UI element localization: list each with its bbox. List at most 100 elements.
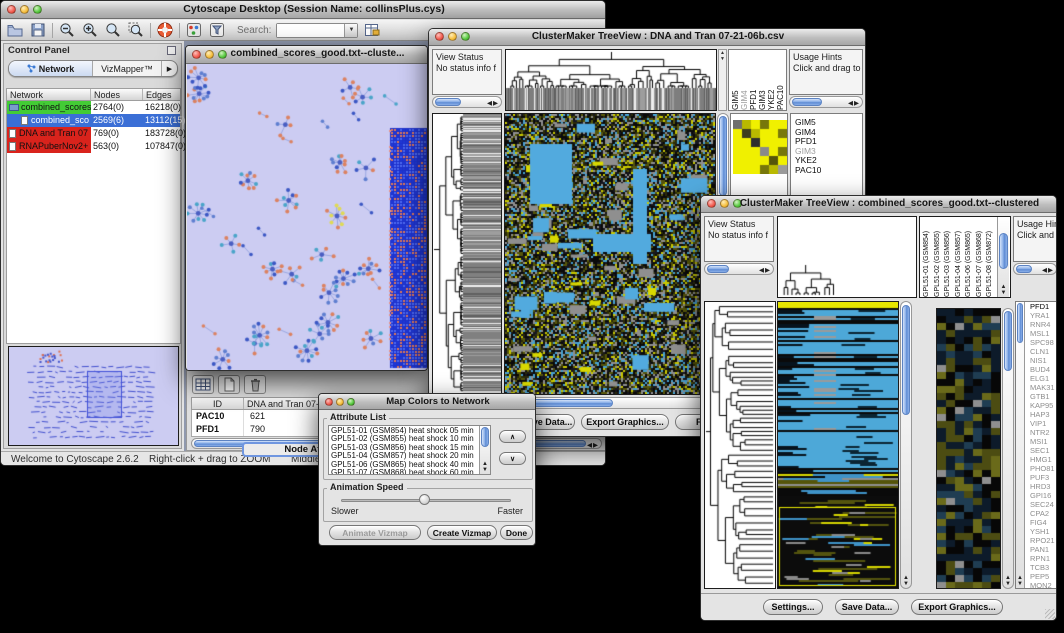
column-label[interactable]: GIM3: [758, 50, 767, 110]
scrollbar-thumb[interactable]: [1004, 311, 1012, 371]
tv1-export-graphics-button[interactable]: Export Graphics...: [581, 414, 669, 430]
gene-label[interactable]: CLN1: [1028, 347, 1056, 356]
scrollbar-arrows[interactable]: ◀▶: [1042, 266, 1054, 274]
column-label[interactable]: GPL51-01 (GSM854): [922, 217, 933, 297]
scrollbar-arrows[interactable]: ▲▼: [480, 461, 490, 473]
gene-label[interactable]: PFD1: [1028, 302, 1056, 311]
gene-label[interactable]: PAN1: [1028, 545, 1056, 554]
column-label[interactable]: GIM5: [731, 50, 740, 110]
tv2-row-dendrogram-panel[interactable]: [704, 301, 776, 589]
attribute-browser-icon[interactable]: [363, 21, 381, 39]
attribute-grid-icon[interactable]: [192, 375, 214, 394]
network-view-titlebar[interactable]: combined_scores_good.txt--cluste...: [186, 46, 427, 64]
column-label[interactable]: YKE2: [767, 50, 776, 110]
gene-label[interactable]: PAC10: [793, 166, 862, 176]
dialog-titlebar[interactable]: Map Colors to Network: [319, 394, 535, 410]
gene-label[interactable]: HMG1: [1028, 455, 1056, 464]
gene-label[interactable]: YSH1: [1028, 527, 1056, 536]
gene-label[interactable]: SEC24: [1028, 500, 1056, 509]
column-label[interactable]: GPL51-06 (GSM865): [964, 217, 975, 297]
tv1-heatmap-canvas[interactable]: [505, 114, 715, 394]
map-colors-dialog[interactable]: Map Colors to Network Attribute List GPL…: [318, 393, 536, 546]
gene-label[interactable]: PUF3: [1028, 473, 1056, 482]
minimize-icon[interactable]: [20, 5, 29, 14]
network-view-window[interactable]: combined_scores_good.txt--cluste...: [185, 45, 428, 371]
tv1-similarity-matrix-canvas[interactable]: [733, 120, 787, 174]
gene-label[interactable]: GPI16: [1028, 491, 1056, 500]
tv1-row-dendrogram-panel[interactable]: [432, 113, 502, 395]
vizmapper-icon[interactable]: [185, 21, 203, 39]
zoom-out-icon[interactable]: [58, 21, 76, 39]
gene-label[interactable]: MON2: [1028, 581, 1056, 589]
scrollbar-thumb[interactable]: [1016, 265, 1032, 273]
network-row[interactable]: DNA and Tran 07769(0)183728(0): [7, 127, 180, 140]
help-ring-icon[interactable]: [156, 21, 174, 39]
column-label[interactable]: GPL51-03 (GSM856): [943, 217, 954, 297]
scrollbar-thumb[interactable]: [435, 98, 461, 106]
gene-label[interactable]: PHO81: [1028, 464, 1056, 473]
treeview2-titlebar[interactable]: ClusterMaker TreeView : combined_scores_…: [701, 196, 1056, 213]
move-down-button[interactable]: ∨: [499, 452, 526, 465]
tv2-settings-button[interactable]: Settings...: [763, 599, 823, 615]
tv2-save-data-button[interactable]: Save Data...: [835, 599, 899, 615]
scrollbar-arrows[interactable]: ◀▶: [759, 266, 771, 274]
tv2-column-labels-scrollbar[interactable]: ▲▼: [997, 217, 1009, 297]
gene-label[interactable]: SEC1: [1028, 446, 1056, 455]
tv2-zoom-vscrollbar[interactable]: ▲▼: [1002, 308, 1014, 589]
attribute-listbox[interactable]: GPL51-01 (GSM854) heat shock 05 minGPL51…: [328, 425, 491, 475]
tab-overflow-arrow[interactable]: ▶: [162, 61, 177, 76]
delete-attribute-icon[interactable]: [244, 375, 266, 394]
tv2-export-graphics-button[interactable]: Export Graphics...: [911, 599, 1003, 615]
save-icon[interactable]: [29, 21, 47, 39]
tv1-heatmap-panel[interactable]: [504, 113, 716, 395]
gene-label[interactable]: PEP5: [1028, 572, 1056, 581]
network-table-header[interactable]: Network Nodes Edges: [6, 88, 181, 101]
close-icon[interactable]: [435, 32, 444, 41]
gene-label[interactable]: GTB1: [1028, 392, 1056, 401]
close-icon[interactable]: [7, 5, 16, 14]
move-up-button[interactable]: ∧: [499, 430, 526, 443]
treeview2-window[interactable]: ClusterMaker TreeView : combined_scores_…: [700, 195, 1057, 621]
tv2-hints-scrollbar[interactable]: ◀▶: [1013, 263, 1057, 275]
speed-slider-thumb[interactable]: [419, 494, 430, 505]
network-overview-panel[interactable]: [8, 346, 179, 446]
tab-network[interactable]: Network: [9, 61, 93, 76]
new-attribute-icon[interactable]: [218, 375, 240, 394]
gene-label[interactable]: FIG4: [1028, 518, 1056, 527]
zoom-selected-icon[interactable]: [127, 21, 145, 39]
tv2-zoom-heatmap-panel[interactable]: [936, 308, 1001, 589]
done-button[interactable]: Done: [500, 525, 533, 540]
gene-label[interactable]: MAK31: [1028, 383, 1056, 392]
scrollbar-arrows[interactable]: ▲▼: [1016, 575, 1024, 587]
scrollbar-arrows[interactable]: ▲▼: [1003, 575, 1013, 587]
scrollbar-arrows[interactable]: ◀▶: [487, 99, 499, 107]
tv1-column-dendrogram-panel[interactable]: [505, 49, 717, 111]
minimize-icon[interactable]: [205, 50, 214, 59]
column-label[interactable]: GIM4: [740, 50, 749, 110]
gene-label[interactable]: YRA1: [1028, 311, 1056, 320]
tv1-row-dendrogram-canvas[interactable]: [433, 114, 501, 394]
tv1-column-tree-arrows[interactable]: ▲▼: [718, 49, 727, 111]
tv1-column-dendrogram-canvas[interactable]: [506, 50, 716, 110]
attribute-list-item[interactable]: GPL51-07 (GSM868) heat shock 60 min: [329, 469, 490, 475]
gene-label[interactable]: RPO21: [1028, 536, 1056, 545]
scrollbar-arrows[interactable]: ▲▼: [901, 575, 911, 587]
gene-label[interactable]: KAP95: [1028, 401, 1056, 410]
filter-icon[interactable]: [208, 21, 226, 39]
tv2-heatmap-canvas[interactable]: [778, 302, 898, 588]
scrollbar-thumb[interactable]: [719, 116, 727, 196]
column-label[interactable]: PFD1: [749, 50, 758, 110]
tab-vizmapper[interactable]: VizMapper™: [93, 61, 162, 76]
chevron-down-icon[interactable]: ▼: [344, 24, 357, 37]
gene-label[interactable]: HAP3: [1028, 410, 1056, 419]
column-label[interactable]: GPL51-08 (GSM872): [985, 217, 996, 297]
tv2-row-dendrogram-canvas[interactable]: [705, 302, 775, 588]
search-input[interactable]: [277, 24, 344, 37]
tv2-column-dendrogram-panel[interactable]: [777, 216, 917, 298]
scrollbar-thumb[interactable]: [792, 98, 822, 106]
resize-grip-icon[interactable]: [1045, 609, 1055, 619]
gene-label[interactable]: CPA2: [1028, 509, 1056, 518]
gene-label[interactable]: TCB3: [1028, 563, 1056, 572]
float-panel-icon[interactable]: [167, 46, 176, 55]
gene-label[interactable]: SPC98: [1028, 338, 1056, 347]
